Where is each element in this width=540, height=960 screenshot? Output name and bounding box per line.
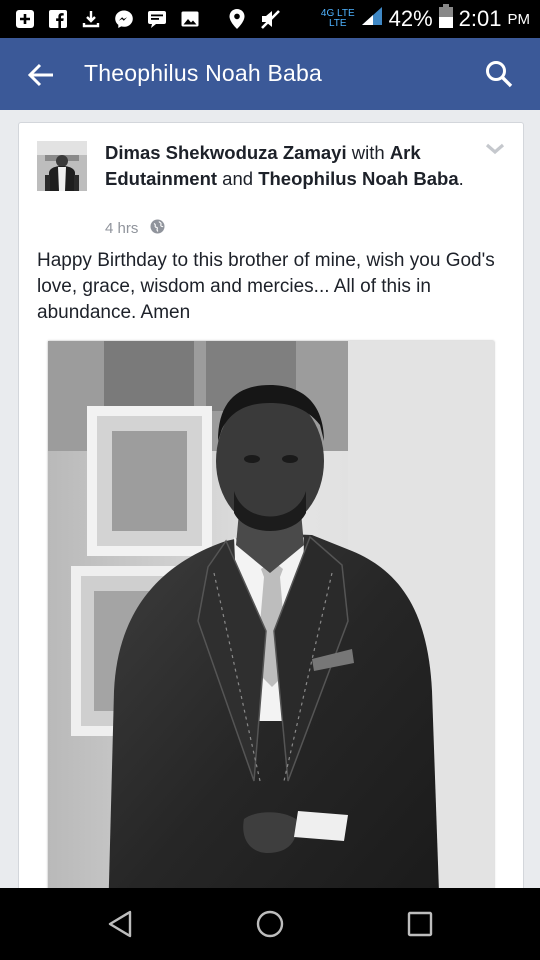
post-timestamp[interactable]: 4 hrs (105, 220, 138, 237)
page-title: Theophilus Noah Baba (84, 60, 322, 86)
status-right: 4G LTE LTE 42% 2:01 PM (321, 4, 530, 34)
post-meta: 4 hrs (105, 219, 165, 238)
chat-icon (146, 8, 168, 30)
globe-icon (150, 219, 165, 238)
post-header: Dimas Shekwoduza Zamayi with Ark Edutain… (105, 142, 464, 189)
status-bar: 4G LTE LTE 42% 2:01 PM (0, 0, 540, 38)
network-indicator: 4G LTE LTE (320, 8, 355, 29)
battery-percent: 42% (388, 6, 433, 31)
avatar[interactable] (37, 141, 87, 191)
download-icon (80, 8, 102, 30)
post-photo[interactable] (48, 341, 494, 921)
system-nav-bar (0, 888, 540, 960)
notification-icons (14, 8, 281, 30)
post-text: Happy Birthday to this brother of mine, … (37, 250, 495, 323)
search-icon[interactable] (484, 59, 514, 89)
recents-square-icon[interactable] (400, 904, 440, 944)
author-name[interactable]: Dimas Shekwoduza Zamayi (105, 142, 347, 163)
app-bar: Theophilus Noah Baba (0, 38, 540, 110)
back-arrow-icon[interactable] (26, 60, 56, 90)
clock-ampm: PM (507, 10, 531, 28)
back-triangle-icon[interactable] (100, 904, 140, 944)
signal-icon (361, 6, 383, 32)
messenger-icon (113, 8, 135, 30)
mute-icon (259, 8, 281, 30)
facebook-icon (47, 8, 69, 30)
battery-icon (438, 4, 453, 34)
clock: 2:01 (458, 6, 502, 31)
add-box-icon (14, 8, 36, 30)
image-icon (179, 8, 201, 30)
location-icon (226, 8, 248, 30)
tagged-user-theophilus[interactable]: Theophilus Noah Baba (258, 168, 458, 189)
chevron-down-icon[interactable] (485, 141, 505, 157)
post-card: Dimas Shekwoduza Zamayi with Ark Edutain… (18, 122, 524, 921)
home-circle-icon[interactable] (250, 904, 290, 944)
